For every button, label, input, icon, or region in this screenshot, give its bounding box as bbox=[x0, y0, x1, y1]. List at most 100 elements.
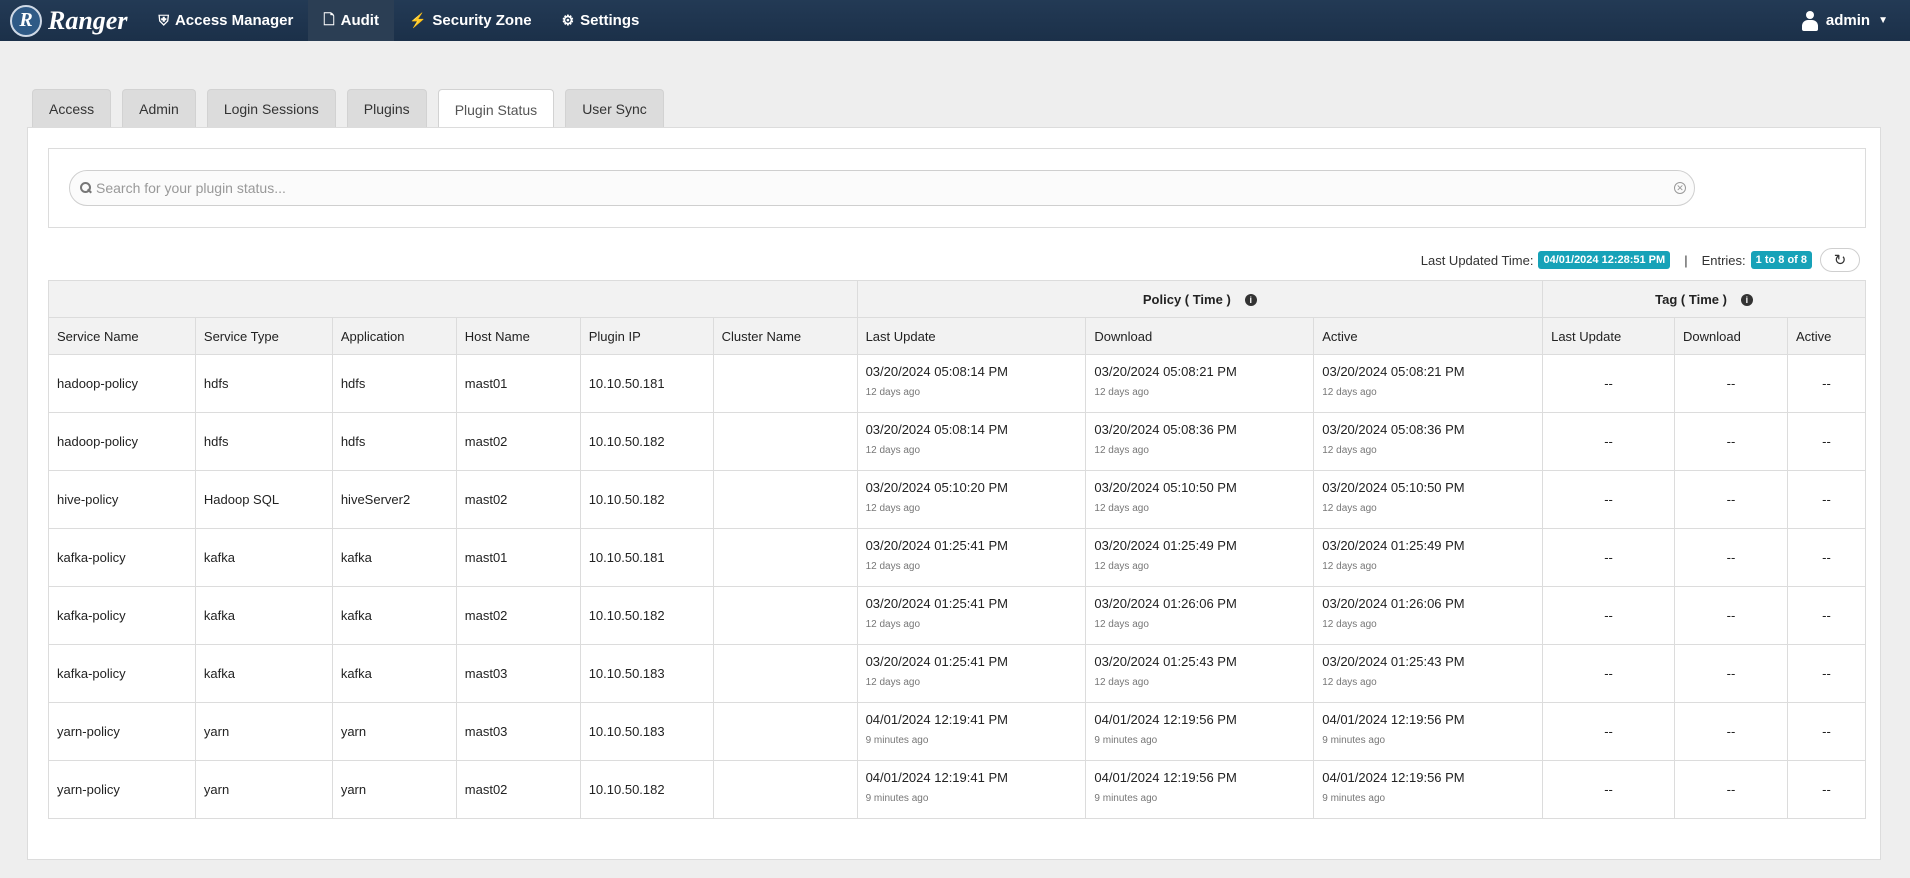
plugin-status-panel: ✕ Last Updated Time: 04/01/2024 12:28:51… bbox=[27, 127, 1881, 860]
cell-policy-active: 04/01/2024 12:19:56 PM 9 minutes ago bbox=[1313, 702, 1544, 761]
top-navbar: R Ranger ⛨ Access Manager 🗋 Audit ⚡ Secu… bbox=[0, 0, 1910, 41]
relative-time: 12 days ago bbox=[865, 387, 921, 398]
timestamp: 03/20/2024 05:08:14 PM bbox=[865, 364, 1008, 379]
cell-application: kafka bbox=[331, 528, 457, 587]
relative-time: 12 days ago bbox=[865, 619, 921, 630]
cell-policy-download: 03/20/2024 01:26:06 PM 12 days ago bbox=[1085, 586, 1315, 645]
cell-policy-download: 03/20/2024 05:08:36 PM 12 days ago bbox=[1085, 412, 1315, 471]
info-icon[interactable]: i bbox=[1740, 294, 1753, 307]
table-row: kafka-policy kafka kafka mast02 10.10.50.182… bbox=[48, 586, 1867, 645]
plugin-status-table: Policy ( Time ) i Tag ( Time ) i Service N… bbox=[48, 280, 1867, 819]
info-icon[interactable]: i bbox=[1244, 294, 1257, 307]
relative-time: 9 minutes ago bbox=[865, 735, 929, 746]
user-menu[interactable]: admin ▼ bbox=[1801, 0, 1888, 41]
cell-tag-last-update: -- bbox=[1542, 354, 1676, 413]
brand[interactable]: R Ranger bbox=[0, 0, 143, 41]
tab-admin[interactable]: Admin bbox=[122, 89, 196, 127]
cell-cluster-name bbox=[712, 760, 858, 819]
cell-policy-active: 03/20/2024 05:08:36 PM 12 days ago bbox=[1313, 412, 1544, 471]
table-header-row: Service Name Service Type Application Ho… bbox=[48, 317, 1867, 355]
audit-tabs: Access Admin Login Sessions Plugins Plug… bbox=[32, 89, 675, 129]
search-field[interactable]: ✕ bbox=[69, 170, 1695, 206]
table-row: hadoop-policy hdfs hdfs mast01 10.10.50.181 0… bbox=[48, 354, 1867, 413]
cell-policy-active: 03/20/2024 01:25:49 PM 12 days ago bbox=[1313, 528, 1544, 587]
nav-security-zone[interactable]: ⚡ Security Zone bbox=[394, 0, 547, 41]
cell-tag-active: -- bbox=[1786, 528, 1867, 587]
cell-tag-download: -- bbox=[1674, 760, 1788, 819]
table-group-header-row: Policy ( Time ) i Tag ( Time ) i bbox=[48, 280, 1866, 318]
table-row: yarn-policy yarn yarn mast03 10.10.50.183 04/… bbox=[48, 702, 1867, 761]
cell-service-type: Hadoop SQL bbox=[194, 470, 333, 529]
cell-plugin-ip: 10.10.50.183 bbox=[579, 644, 714, 703]
nav-security-zone-label: Security Zone bbox=[432, 12, 532, 29]
cell-service-type: yarn bbox=[194, 702, 333, 761]
cell-tag-download: -- bbox=[1674, 528, 1788, 587]
cell-tag-active: -- bbox=[1786, 760, 1867, 819]
refresh-button[interactable]: ↻ bbox=[1820, 248, 1860, 272]
cell-cluster-name bbox=[712, 412, 858, 471]
cell-tag-last-update: -- bbox=[1542, 470, 1676, 529]
cell-tag-last-update: -- bbox=[1542, 528, 1676, 587]
cell-host-name: mast01 bbox=[455, 354, 581, 413]
cell-tag-active: -- bbox=[1786, 644, 1867, 703]
cell-policy-download: 03/20/2024 05:08:21 PM 12 days ago bbox=[1085, 354, 1315, 413]
timestamp: 03/20/2024 01:25:49 PM bbox=[1322, 538, 1465, 553]
cell-policy-last-update: 03/20/2024 05:08:14 PM 12 days ago bbox=[856, 354, 1087, 413]
timestamp: 03/20/2024 01:26:06 PM bbox=[1322, 596, 1465, 611]
col-host-name: Host Name bbox=[455, 317, 581, 355]
cell-tag-active: -- bbox=[1786, 412, 1867, 471]
cell-policy-download: 03/20/2024 05:10:50 PM 12 days ago bbox=[1085, 470, 1315, 529]
cell-plugin-ip: 10.10.50.182 bbox=[579, 412, 714, 471]
cell-service-name: hive-policy bbox=[48, 470, 196, 529]
cell-plugin-ip: 10.10.50.181 bbox=[579, 354, 714, 413]
cell-service-type: hdfs bbox=[194, 354, 333, 413]
cell-host-name: mast02 bbox=[455, 760, 581, 819]
col-tag-last-update: Last Update bbox=[1542, 317, 1676, 355]
nav-audit[interactable]: 🗋 Audit bbox=[308, 0, 394, 41]
timestamp: 03/20/2024 01:25:43 PM bbox=[1322, 654, 1465, 669]
tab-access[interactable]: Access bbox=[32, 89, 112, 127]
cell-tag-last-update: -- bbox=[1542, 760, 1676, 819]
relative-time: 12 days ago bbox=[1094, 445, 1149, 456]
cell-cluster-name bbox=[712, 586, 858, 645]
relative-time: 12 days ago bbox=[1094, 561, 1149, 572]
col-tag-download: Download bbox=[1674, 317, 1788, 355]
timestamp: 03/20/2024 01:25:49 PM bbox=[1094, 538, 1237, 553]
table-row: yarn-policy yarn yarn mast02 10.10.50.182 04/… bbox=[48, 760, 1867, 819]
cell-tag-download: -- bbox=[1674, 412, 1788, 471]
cell-policy-last-update: 03/20/2024 01:25:41 PM 12 days ago bbox=[856, 528, 1087, 587]
col-policy-last-update: Last Update bbox=[856, 317, 1087, 355]
timestamp: 03/20/2024 05:08:36 PM bbox=[1094, 422, 1237, 437]
cell-host-name: mast02 bbox=[455, 412, 581, 471]
search-container: ✕ bbox=[48, 148, 1866, 228]
col-service-type: Service Type bbox=[194, 317, 333, 355]
table-row: hadoop-policy hdfs hdfs mast02 10.10.50.182 0… bbox=[48, 412, 1867, 471]
search-input[interactable] bbox=[96, 180, 1694, 196]
cell-plugin-ip: 10.10.50.182 bbox=[579, 586, 714, 645]
group-header-tag: Tag ( Time ) i bbox=[1542, 280, 1866, 318]
cell-tag-last-update: -- bbox=[1542, 644, 1676, 703]
clear-search-icon[interactable]: ✕ bbox=[1674, 182, 1686, 194]
tab-login-sessions[interactable]: Login Sessions bbox=[206, 89, 336, 127]
relative-time: 12 days ago bbox=[1094, 619, 1149, 630]
cell-tag-last-update: -- bbox=[1542, 702, 1676, 761]
entries-label: Entries: bbox=[1701, 252, 1746, 268]
cell-application: kafka bbox=[331, 644, 457, 703]
tab-user-sync[interactable]: User Sync bbox=[565, 89, 664, 127]
cell-service-type: hdfs bbox=[194, 412, 333, 471]
cell-host-name: mast01 bbox=[455, 528, 581, 587]
last-updated-badge: 04/01/2024 12:28:51 PM bbox=[1538, 251, 1671, 269]
tab-plugin-status[interactable]: Plugin Status bbox=[437, 89, 555, 129]
nav-access-manager[interactable]: ⛨ Access Manager bbox=[143, 0, 308, 41]
file-icon: 🗋 bbox=[323, 10, 335, 27]
cell-plugin-ip: 10.10.50.182 bbox=[579, 470, 714, 529]
cell-service-name: kafka-policy bbox=[48, 586, 196, 645]
tab-plugins[interactable]: Plugins bbox=[346, 89, 427, 127]
entries-badge: 1 to 8 of 8 bbox=[1750, 251, 1812, 269]
cell-service-name: hadoop-policy bbox=[48, 354, 196, 413]
nav-settings[interactable]: ⚙ Settings bbox=[547, 0, 655, 41]
cell-service-name: yarn-policy bbox=[48, 702, 196, 761]
cell-policy-last-update: 03/20/2024 01:25:41 PM 12 days ago bbox=[856, 644, 1087, 703]
cell-host-name: mast03 bbox=[455, 702, 581, 761]
col-policy-download: Download bbox=[1085, 317, 1315, 355]
